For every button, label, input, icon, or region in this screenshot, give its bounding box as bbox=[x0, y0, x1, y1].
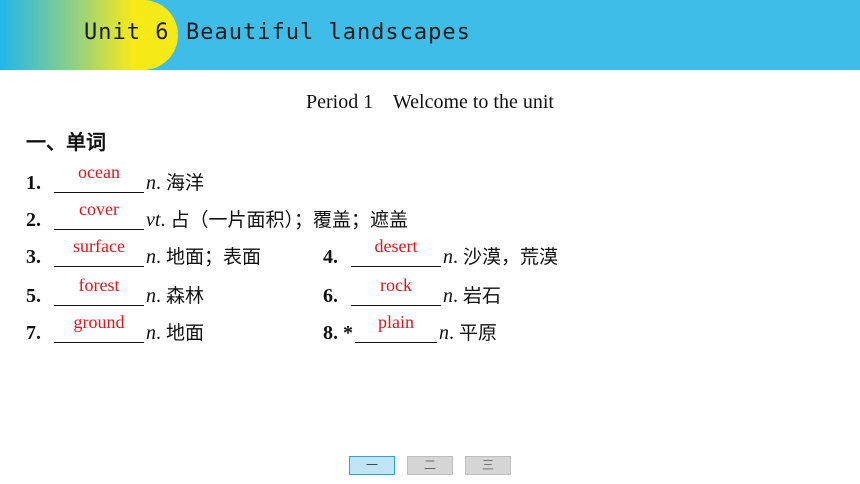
part-of-speech: n bbox=[439, 322, 449, 344]
answer-blank: ground bbox=[54, 312, 144, 343]
nav-button-section-3[interactable]: 三 bbox=[465, 456, 511, 475]
answer-blank: ocean bbox=[54, 162, 144, 193]
answer-word: surface bbox=[73, 236, 125, 256]
meaning: 岩石 bbox=[463, 285, 502, 307]
item-number: 2 bbox=[26, 209, 36, 231]
answer-word: forest bbox=[78, 275, 120, 295]
part-of-speech: n bbox=[146, 172, 156, 194]
meaning: 森林 bbox=[166, 285, 205, 307]
meaning: 地面 bbox=[166, 322, 205, 344]
item-number: 3 bbox=[26, 246, 36, 268]
answer-blank: surface bbox=[54, 236, 144, 267]
answer-word: cover bbox=[79, 199, 119, 219]
item-number: 5 bbox=[26, 285, 36, 307]
vocab-item-6: 6. rock n. 岩石 bbox=[323, 275, 502, 307]
answer-word: rock bbox=[380, 275, 412, 295]
item-number: 8 bbox=[323, 322, 333, 344]
answer-word: plain bbox=[378, 312, 414, 332]
answer-blank: cover bbox=[54, 199, 144, 230]
unit-title: Beautiful landscapes bbox=[186, 20, 471, 45]
vocab-item-1: 1. ocean n. 海洋 bbox=[26, 162, 205, 194]
part-of-speech: n bbox=[146, 322, 156, 344]
item-number: 4 bbox=[323, 246, 333, 268]
meaning: 地面；表面 bbox=[166, 246, 262, 268]
vocab-item-8: 8. * plain n. 平原 bbox=[323, 312, 498, 344]
vocab-item-2: 2. cover vt. 占（一片面积）；覆盖；遮盖 bbox=[26, 199, 408, 231]
meaning: 平原 bbox=[459, 322, 498, 344]
part-of-speech: vt bbox=[146, 209, 161, 231]
vocab-item-7: 7. ground n. 地面 bbox=[26, 312, 205, 344]
part-of-speech: n bbox=[443, 246, 453, 268]
meaning: 海洋 bbox=[166, 172, 205, 194]
vocab-item-5: 5. forest n. 森林 bbox=[26, 275, 205, 307]
answer-word: ground bbox=[73, 312, 125, 332]
answer-blank: rock bbox=[351, 275, 441, 306]
answer-blank: plain bbox=[355, 312, 437, 343]
part-of-speech: n bbox=[146, 246, 156, 268]
vocab-item-4: 4. desert n. 沙漠，荒漠 bbox=[323, 236, 559, 268]
item-number: 7 bbox=[26, 322, 36, 344]
period-title: Period 1 Welcome to the unit bbox=[306, 91, 554, 113]
part-of-speech: n bbox=[146, 285, 156, 307]
nav-button-section-2[interactable]: 二 bbox=[407, 456, 453, 475]
header-banner: Unit 6 Beautiful landscapes bbox=[0, 0, 860, 70]
answer-blank: forest bbox=[54, 275, 144, 306]
unit-label: Unit 6 bbox=[84, 20, 170, 45]
answer-word: desert bbox=[374, 236, 418, 256]
item-number: 6 bbox=[323, 285, 333, 307]
optional-marker: * bbox=[343, 322, 353, 344]
answer-word: ocean bbox=[78, 162, 120, 182]
meaning: 占（一片面积）；覆盖；遮盖 bbox=[170, 209, 408, 231]
part-of-speech: n bbox=[443, 285, 453, 307]
item-number: 1 bbox=[26, 172, 36, 194]
vocab-item-3: 3. surface n. 地面；表面 bbox=[26, 236, 262, 268]
meaning: 沙漠，荒漠 bbox=[463, 246, 559, 268]
nav-button-section-1[interactable]: 一 bbox=[349, 456, 395, 475]
section-heading: 一、单词 bbox=[26, 130, 106, 154]
answer-blank: desert bbox=[351, 236, 441, 267]
